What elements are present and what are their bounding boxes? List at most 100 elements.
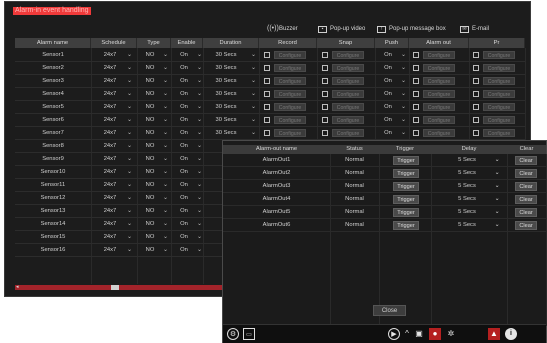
schedule-select[interactable]: 24x7 <box>91 101 129 113</box>
schedule-select[interactable]: 24x7 <box>91 179 129 191</box>
alarm-out-configure-button[interactable]: Configure <box>423 90 455 98</box>
alarm-out-checkbox[interactable] <box>413 104 419 110</box>
schedule-select[interactable]: 24x7 <box>91 218 129 230</box>
chevron-down-icon[interactable]: ⌄ <box>127 49 133 61</box>
chevron-down-icon[interactable]: ⌄ <box>127 231 133 243</box>
snap-checkbox[interactable] <box>322 52 328 58</box>
preset-checkbox[interactable] <box>473 78 479 84</box>
delay-select[interactable]: 5 Secs <box>445 193 489 206</box>
play-icon[interactable]: ▶ <box>388 328 400 340</box>
chevron-down-icon[interactable]: ⌄ <box>163 62 169 74</box>
schedule-select[interactable]: 24x7 <box>91 140 129 152</box>
enable-select[interactable]: On <box>171 101 197 113</box>
popup-video-toggle[interactable]: ▪ Pop-up video <box>318 23 365 35</box>
enable-select[interactable]: On <box>171 205 197 217</box>
alarm-out-checkbox[interactable] <box>413 78 419 84</box>
duration-select[interactable]: 30 Secs <box>203 101 249 113</box>
chevron-down-icon[interactable]: ⌄ <box>163 127 169 139</box>
snap-configure-button[interactable]: Configure <box>332 90 364 98</box>
chevron-down-icon[interactable]: ⌄ <box>401 75 407 87</box>
record-configure-button[interactable]: Configure <box>274 129 306 137</box>
chevron-up-icon[interactable]: ^ <box>401 328 413 340</box>
type-select[interactable]: NO <box>137 231 163 243</box>
preset-configure-button[interactable]: Configure <box>483 103 515 111</box>
chevron-down-icon[interactable]: ⌄ <box>127 205 133 217</box>
chevron-down-icon[interactable]: ⌄ <box>163 140 169 152</box>
enable-select[interactable]: On <box>171 192 197 204</box>
push-select[interactable]: On <box>375 49 401 61</box>
chevron-down-icon[interactable]: ⌄ <box>251 88 257 100</box>
record-configure-button[interactable]: Configure <box>274 77 306 85</box>
schedule-select[interactable]: 24x7 <box>91 49 129 61</box>
chevron-down-icon[interactable]: ⌄ <box>127 244 133 256</box>
chevron-down-icon[interactable]: ⌄ <box>127 179 133 191</box>
trigger-button[interactable]: Trigger <box>393 156 419 165</box>
alarm-out-checkbox[interactable] <box>413 130 419 136</box>
record-checkbox[interactable] <box>264 65 270 71</box>
type-select[interactable]: NO <box>137 153 163 165</box>
preset-configure-button[interactable]: Configure <box>483 77 515 85</box>
chevron-down-icon[interactable]: ⌄ <box>197 231 203 243</box>
record-checkbox[interactable] <box>264 52 270 58</box>
schedule-select[interactable]: 24x7 <box>91 192 129 204</box>
enable-select[interactable]: On <box>171 231 197 243</box>
preset-checkbox[interactable] <box>473 65 479 71</box>
chevron-down-icon[interactable]: ⌄ <box>163 231 169 243</box>
user-alert-icon[interactable]: ● <box>429 328 441 340</box>
chevron-down-icon[interactable]: ⌄ <box>163 179 169 191</box>
preset-checkbox[interactable] <box>473 117 479 123</box>
type-select[interactable]: NO <box>137 205 163 217</box>
chevron-down-icon[interactable]: ⌄ <box>127 140 133 152</box>
type-select[interactable]: NO <box>137 127 163 139</box>
clear-button[interactable]: Clear <box>515 182 537 191</box>
snap-configure-button[interactable]: Configure <box>332 64 364 72</box>
chevron-down-icon[interactable]: ⌄ <box>197 192 203 204</box>
snap-configure-button[interactable]: Configure <box>332 116 364 124</box>
duration-select[interactable]: 30 Secs <box>203 114 249 126</box>
snap-configure-button[interactable]: Configure <box>332 103 364 111</box>
chevron-down-icon[interactable]: ⌄ <box>197 153 203 165</box>
enable-select[interactable]: On <box>171 218 197 230</box>
chevron-down-icon[interactable]: ⌄ <box>401 101 407 113</box>
chevron-down-icon[interactable]: ⌄ <box>127 127 133 139</box>
alarm-out-checkbox[interactable] <box>413 65 419 71</box>
chevron-down-icon[interactable]: ⌄ <box>163 88 169 100</box>
trigger-button[interactable]: Trigger <box>393 208 419 217</box>
delay-select[interactable]: 5 Secs <box>445 206 489 219</box>
chevron-down-icon[interactable]: ⌄ <box>163 205 169 217</box>
record-configure-button[interactable]: Configure <box>274 103 306 111</box>
chevron-down-icon[interactable]: ⌄ <box>127 192 133 204</box>
enable-select[interactable]: On <box>171 127 197 139</box>
alarm-out-configure-button[interactable]: Configure <box>423 64 455 72</box>
chevron-down-icon[interactable]: ⌄ <box>163 153 169 165</box>
trigger-button[interactable]: Trigger <box>393 182 419 191</box>
type-select[interactable]: NO <box>137 114 163 126</box>
clear-button[interactable]: Clear <box>515 169 537 178</box>
schedule-select[interactable]: 24x7 <box>91 75 129 87</box>
info-icon[interactable]: i <box>505 328 517 340</box>
chevron-down-icon[interactable]: ⌄ <box>251 62 257 74</box>
snap-configure-button[interactable]: Configure <box>332 77 364 85</box>
enable-select[interactable]: On <box>171 75 197 87</box>
record-checkbox[interactable] <box>264 104 270 110</box>
chevron-down-icon[interactable]: ⌄ <box>401 127 407 139</box>
preset-configure-button[interactable]: Configure <box>483 116 515 124</box>
duration-select[interactable]: 30 Secs <box>203 88 249 100</box>
record-configure-button[interactable]: Configure <box>274 90 306 98</box>
email-toggle[interactable]: ✉ E-mail <box>460 23 489 35</box>
preset-configure-button[interactable]: Configure <box>483 51 515 59</box>
record-icon[interactable]: ▣ <box>413 328 425 340</box>
chevron-down-icon[interactable]: ⌄ <box>127 153 133 165</box>
delay-select[interactable]: 5 Secs <box>445 180 489 193</box>
chevron-down-icon[interactable]: ⌄ <box>251 49 257 61</box>
chevron-down-icon[interactable]: ⌄ <box>163 114 169 126</box>
snap-configure-button[interactable]: Configure <box>332 51 364 59</box>
chevron-down-icon[interactable]: ⌄ <box>401 114 407 126</box>
alarm-out-checkbox[interactable] <box>413 117 419 123</box>
push-select[interactable]: On <box>375 62 401 74</box>
type-select[interactable]: NO <box>137 62 163 74</box>
record-configure-button[interactable]: Configure <box>274 51 306 59</box>
push-select[interactable]: On <box>375 101 401 113</box>
chevron-down-icon[interactable]: ⌄ <box>493 219 501 232</box>
schedule-select[interactable]: 24x7 <box>91 114 129 126</box>
